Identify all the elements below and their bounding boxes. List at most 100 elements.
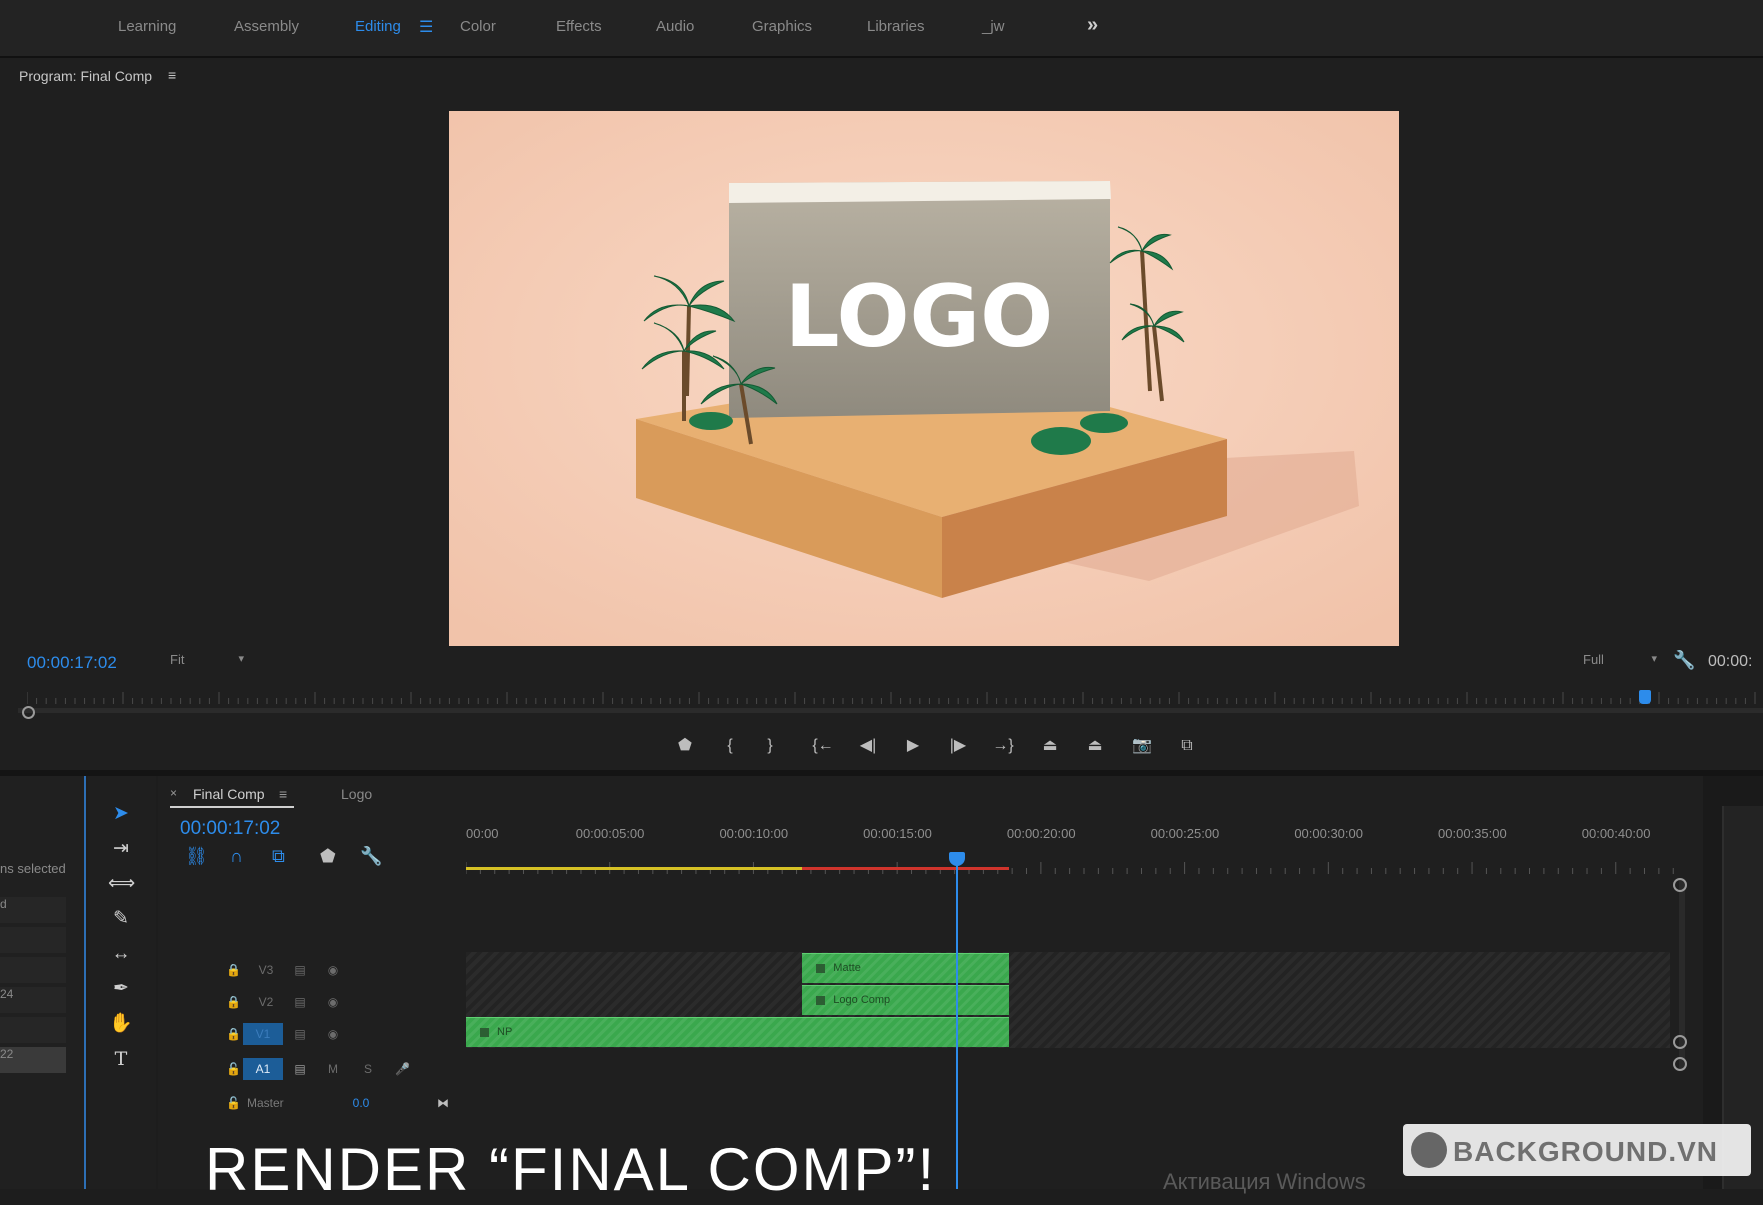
workspace-tab-audio[interactable]: Audio [656,18,694,35]
zoom-dropdown[interactable]: Fit ▾ [170,652,244,672]
linked-selection-icon[interactable]: ⧉ [272,846,285,867]
scroll-handle-mid[interactable] [1673,1035,1687,1049]
timeline-tab-final-comp[interactable]: Final Comp [193,786,265,802]
selection-tool[interactable]: ➤ [108,801,134,827]
close-icon[interactable]: × [170,786,177,800]
mute-button[interactable]: M [326,1058,340,1080]
sync-lock-icon[interactable]: ▤ [290,1058,310,1080]
hamburger-icon[interactable]: ☰ [419,17,433,37]
project-row[interactable] [0,957,66,983]
project-row[interactable] [0,1017,66,1043]
workspace-tab-libraries[interactable]: Libraries [867,18,925,35]
workspace-tab-assembly[interactable]: Assembly [234,18,299,35]
timeline-tab-logo[interactable]: Logo [341,786,372,802]
play-button[interactable]: ▶ [898,734,928,758]
go-to-in-button[interactable]: {← [808,734,838,758]
track-label-v1[interactable]: V1 [243,1023,283,1045]
lock-icon[interactable]: 🔒 [226,1023,241,1045]
eye-icon[interactable]: ◉ [323,1023,343,1045]
clip-v3[interactable]: Matte [802,953,1010,983]
program-monitor-title: Program: Final Comp [19,68,153,84]
timeline-timecode[interactable]: 00:00:17:02 [180,818,280,840]
clip-v2[interactable]: Logo Comp [802,985,1010,1015]
sync-lock-icon[interactable]: ▤ [290,959,310,981]
play-icon: ▶ [906,737,920,754]
lift-button[interactable]: ⏏ [1035,734,1065,758]
lock-icon[interactable]: 🔒 [226,959,241,981]
lift-icon: ⏏ [1042,737,1058,754]
marker-icon[interactable]: ⬟ [320,846,336,867]
type-tool[interactable]: T [108,1046,134,1072]
track-label-v3[interactable]: V3 [248,959,284,981]
ruler-label: 00:00:40:00 [1581,826,1651,841]
wrench-icon[interactable]: 🔧 [360,846,382,867]
panel-menu-icon[interactable]: ≡ [279,786,287,802]
microphone-icon[interactable]: 🎤 [395,1058,410,1080]
step-forward-button[interactable]: |▶ [943,734,973,758]
workspace-tab-graphics[interactable]: Graphics [752,18,812,35]
razor-tool[interactable]: ✎ [108,906,134,932]
ruler-label: 00:00:10:00 [719,826,789,841]
mark-in-button[interactable]: { [715,734,745,758]
step-back-button[interactable]: ◀| [853,734,883,758]
go-to-end-icon[interactable]: ⧓ [435,1092,451,1114]
ruler-label: 00:00 [466,826,499,841]
ripple-edit-tool[interactable]: ⟺ [108,871,135,897]
track-header-master: 🔓 Master 0.0 ⧓ [163,1088,463,1118]
lock-icon[interactable]: 🔓 [226,1058,241,1080]
step-back-icon: ◀| [859,737,877,754]
master-volume-value[interactable]: 0.0 [346,1092,376,1114]
watermark-text: BACKGROUND.VN [1453,1136,1718,1167]
watermark-logo-icon [1411,1132,1447,1168]
monitor-scrub-bar[interactable] [18,708,1763,713]
project-row-selected[interactable]: 22 [0,1047,66,1073]
mark-out-button[interactable]: } [755,734,785,758]
workspace-tab-editing[interactable]: Editing [355,18,401,35]
lock-icon[interactable]: 🔒 [226,991,241,1013]
comparison-view-button[interactable]: ⧉ [1172,734,1202,758]
work-area-bar-rendered [466,867,803,870]
lock-icon[interactable]: 🔓 [226,1092,241,1114]
scroll-handle-top[interactable] [1673,878,1687,892]
video-caption: RENDER “FINAL COMP”! [205,1136,937,1203]
wrench-icon[interactable]: 🔧 [1673,650,1695,671]
extract-button[interactable]: ⏏ [1080,734,1110,758]
project-row[interactable]: d [0,897,66,923]
zoom-value: Fit [170,652,185,667]
logo-text: LOGO [785,267,1054,367]
project-row[interactable]: 24 [0,987,66,1013]
program-playhead-timecode[interactable]: 00:00:17:02 [27,653,117,673]
double-chevron-right-icon[interactable]: » [1087,14,1098,37]
timeline-playhead-line[interactable] [955,855,958,1189]
ruler-label: 00:00:35:00 [1438,826,1507,841]
add-marker-button[interactable]: ⬟ [670,734,700,758]
sync-lock-icon[interactable]: ▤ [290,991,310,1013]
pen-tool[interactable]: ✒ [108,976,134,1002]
eye-icon[interactable]: ◉ [323,959,343,981]
clip-v1[interactable]: NP [466,1017,1010,1047]
export-frame-button[interactable]: 📷 [1127,734,1157,758]
scroll-handle-bottom[interactable] [1673,1057,1687,1071]
go-to-out-button[interactable]: →} [988,734,1018,758]
panel-menu-icon[interactable]: ≡ [168,67,176,83]
project-row[interactable] [0,927,66,953]
sync-lock-icon[interactable]: ▤ [290,1023,310,1045]
workspace-tab-learning[interactable]: Learning [118,18,176,35]
nest-icon[interactable]: ⛓ [185,846,208,867]
workspace-tab-color[interactable]: Color [460,18,496,35]
monitor-playhead[interactable] [1638,690,1651,704]
solo-button[interactable]: S [361,1058,375,1080]
workspace-tab-effects[interactable]: Effects [556,18,602,35]
track-label-v2[interactable]: V2 [248,991,284,1013]
timeline-playhead[interactable] [948,852,965,866]
resolution-dropdown[interactable]: Full ▾ [1583,652,1657,672]
workspace-tab-jw[interactable]: _jw [982,18,1005,35]
slip-tool[interactable]: ↔ [108,941,134,967]
comparison-icon: ⧉ [1181,737,1193,754]
snap-icon[interactable]: ∩ [230,846,243,867]
eye-icon[interactable]: ◉ [323,991,343,1013]
track-select-tool[interactable]: ⇥ [108,836,134,862]
hand-tool[interactable]: ✋ [108,1011,134,1037]
in-point-handle[interactable] [22,706,35,719]
track-label-a1[interactable]: A1 [243,1058,283,1080]
